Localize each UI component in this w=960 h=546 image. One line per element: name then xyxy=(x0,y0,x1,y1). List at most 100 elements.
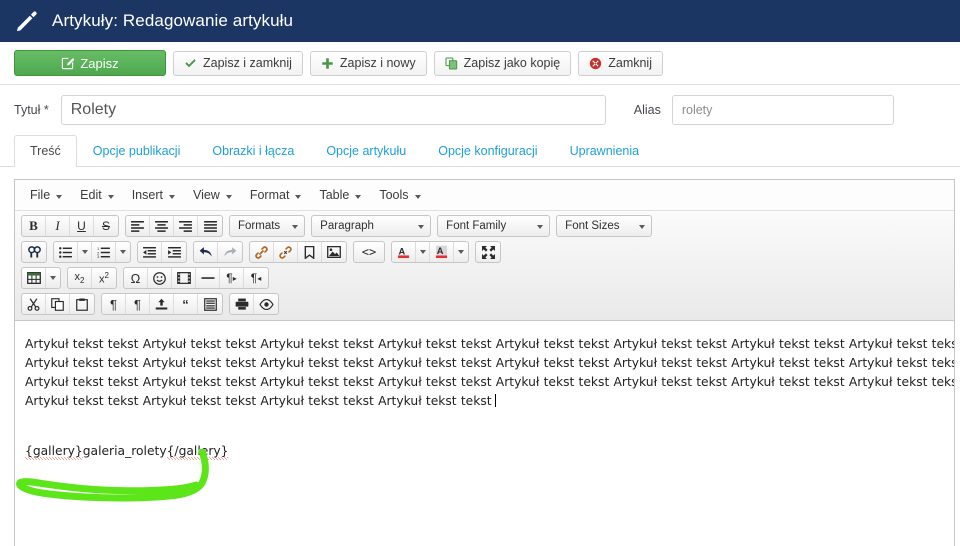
save-button[interactable]: Zapisz xyxy=(14,50,166,76)
editor-content-area[interactable]: Artykuł tekst tekst Artykuł tekst tekst … xyxy=(15,321,954,546)
strikethrough-icon[interactable]: S xyxy=(94,216,118,236)
chevron-down-icon xyxy=(537,220,544,232)
align-justify-icon[interactable] xyxy=(198,216,222,236)
paste-icon[interactable] xyxy=(70,294,94,314)
tab-opcje-artykulu[interactable]: Opcje artykułu xyxy=(310,135,422,167)
tab-obrazki-i-lacza[interactable]: Obrazki i łącza xyxy=(196,135,310,167)
text-color-icon[interactable]: A xyxy=(392,242,416,262)
image-icon[interactable] xyxy=(322,242,346,262)
subscript-icon[interactable]: x2 xyxy=(68,268,92,288)
font-sizes-select[interactable]: Font Sizes xyxy=(556,215,653,237)
italic-icon[interactable]: I xyxy=(46,216,70,236)
font-family-select[interactable]: Font Family xyxy=(437,215,551,237)
copy-icon[interactable] xyxy=(46,294,70,314)
cut-icon[interactable] xyxy=(22,294,46,314)
save-as-copy-button[interactable]: Zapisz jako kopię xyxy=(433,50,572,76)
paragraph-tools-group: ¶ ¶ “ xyxy=(101,293,223,315)
paste-text-icon[interactable]: ¶ xyxy=(102,294,126,314)
bullet-list-icon[interactable] xyxy=(54,242,78,262)
menu-view-label: View xyxy=(192,188,220,202)
anchor-icon[interactable] xyxy=(298,242,322,262)
alignment-group xyxy=(125,215,223,237)
emoticon-icon[interactable] xyxy=(148,268,172,288)
menu-insert-label: Insert xyxy=(131,188,163,202)
menu-edit[interactable]: Edit xyxy=(71,185,123,205)
show-blocks-icon[interactable]: ¶ xyxy=(126,294,150,314)
tab-tresc-label: Treść xyxy=(30,144,61,158)
table-chevron-icon[interactable] xyxy=(46,268,60,288)
page-break-icon[interactable] xyxy=(198,294,222,314)
tab-opcje-konfiguracji[interactable]: Opcje konfiguracji xyxy=(422,135,553,167)
bold-icon[interactable]: B xyxy=(22,216,46,236)
text-color-chevron-icon[interactable] xyxy=(416,242,430,262)
table-icon[interactable] xyxy=(22,268,46,288)
unlink-icon[interactable] xyxy=(274,242,298,262)
save-check-icon xyxy=(61,57,75,70)
tab-uprawnienia[interactable]: Uprawnienia xyxy=(554,135,655,167)
menu-format[interactable]: Format xyxy=(241,185,311,205)
page-header: Artykuły: Redagowanie artykułu xyxy=(0,0,960,42)
menu-view[interactable]: View xyxy=(184,185,241,205)
output-group xyxy=(229,293,279,315)
script-group: x2 x2 xyxy=(67,267,117,289)
chevron-down-icon xyxy=(225,188,232,202)
close-button[interactable]: Zamknij xyxy=(578,50,663,76)
toolbar-row-2: 123 <> A A xyxy=(15,239,954,265)
media-icon[interactable] xyxy=(172,268,196,288)
menu-table[interactable]: Table xyxy=(310,185,370,205)
blockquote-icon[interactable]: “ xyxy=(174,294,198,314)
chevron-down-icon xyxy=(168,188,175,202)
alias-input[interactable]: rolety xyxy=(671,94,894,125)
underline-icon[interactable]: U xyxy=(70,216,94,236)
menu-tools-label: Tools xyxy=(379,188,409,202)
outdent-icon[interactable] xyxy=(138,242,162,262)
gallery-shortcode-line[interactable]: {gallery}galeria_rolety{/gallery} xyxy=(25,444,229,460)
tab-tresc[interactable]: Treść xyxy=(14,135,77,167)
background-color-icon[interactable]: A xyxy=(430,242,454,262)
paragraph-select-value: Paragraph xyxy=(320,220,374,232)
indent-group xyxy=(137,241,187,263)
tab-opcje-publikacji[interactable]: Opcje publikacji xyxy=(77,135,197,167)
bullet-list-chevron-icon[interactable] xyxy=(78,242,92,262)
formats-select[interactable]: Formats xyxy=(229,215,306,237)
tab-opcje-konfiguracji-label: Opcje konfiguracji xyxy=(438,144,538,158)
horizontal-rule-icon[interactable] xyxy=(196,268,220,288)
search-replace-icon[interactable] xyxy=(22,242,46,262)
tinymce-editor: File Edit Insert View Format Table Tools… xyxy=(14,179,955,546)
save-and-new-button[interactable]: Zapisz i nowy xyxy=(309,50,427,76)
align-center-icon[interactable] xyxy=(150,216,174,236)
svg-text:A: A xyxy=(437,246,444,256)
background-color-chevron-icon[interactable] xyxy=(454,242,468,262)
tab-opcje-artykulu-label: Opcje artykułu xyxy=(326,144,407,158)
fullscreen-icon[interactable] xyxy=(476,242,500,262)
numbered-list-chevron-icon[interactable] xyxy=(116,242,130,262)
title-input[interactable]: Rolety xyxy=(60,94,606,125)
ltr-icon[interactable]: ¶ ▸ xyxy=(220,268,244,288)
indent-icon[interactable] xyxy=(162,242,186,262)
menu-tools[interactable]: Tools xyxy=(370,185,429,205)
menu-insert[interactable]: Insert xyxy=(123,185,184,205)
title-label: Tytuł * xyxy=(14,102,49,117)
template-icon[interactable] xyxy=(150,294,174,314)
link-icon[interactable] xyxy=(250,242,274,262)
source-code-icon[interactable]: <> xyxy=(354,242,384,262)
numbered-list-icon[interactable]: 123 xyxy=(92,242,116,262)
rtl-icon[interactable]: ¶ ◂ xyxy=(244,268,268,288)
menu-format-label: Format xyxy=(249,188,290,202)
superscript-icon[interactable]: x2 xyxy=(92,268,116,288)
align-left-icon[interactable] xyxy=(126,216,150,236)
toolbar-row-3: x2 x2 Ω ¶ ▸ ¶ ◂ xyxy=(15,265,954,291)
undo-icon[interactable] xyxy=(194,242,218,262)
menu-file[interactable]: File xyxy=(21,185,71,205)
paragraph-select[interactable]: Paragraph xyxy=(311,215,432,237)
preview-icon[interactable] xyxy=(254,294,278,314)
special-character-icon[interactable]: Ω xyxy=(124,268,148,288)
align-right-icon[interactable] xyxy=(174,216,198,236)
redo-icon[interactable] xyxy=(218,242,242,262)
action-toolbar: Zapisz Zapisz i zamknij Zapisz i nowy Za… xyxy=(0,42,960,85)
print-icon[interactable] xyxy=(230,294,254,314)
article-paragraph[interactable]: Artykuł tekst tekst Artykuł tekst tekst … xyxy=(25,335,954,411)
save-and-close-button[interactable]: Zapisz i zamknij xyxy=(173,50,303,76)
title-input-value: Rolety xyxy=(70,100,117,118)
toolbar-row-4: ¶ ¶ “ xyxy=(15,291,954,317)
